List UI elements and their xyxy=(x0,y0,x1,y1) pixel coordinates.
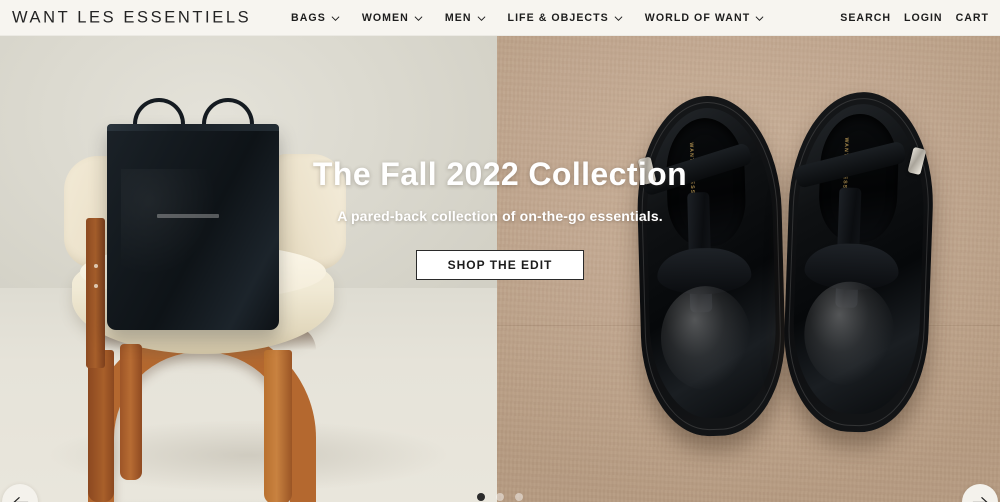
tote-bag-brand-stamp xyxy=(157,214,219,218)
carousel-dot-3[interactable] xyxy=(515,493,523,501)
nav-item-label: WORLD OF WANT xyxy=(644,11,751,24)
nav-item-label: BAGS xyxy=(291,11,326,24)
main-navigation: BAGS WOMEN MEN LIFE & OBJECTS WORLD OF W… xyxy=(280,8,775,28)
shop-the-edit-button[interactable]: SHOP THE EDIT xyxy=(416,249,584,280)
nav-item-label: WOMEN xyxy=(361,11,409,24)
chair-screw xyxy=(94,284,98,288)
chair-leg-front xyxy=(120,344,142,480)
shoe-product-right: WANT LES ESSENTI xyxy=(779,82,939,435)
chair-leg-right xyxy=(264,350,292,502)
chevron-down-icon xyxy=(755,14,764,23)
chair-leg-left xyxy=(88,350,114,502)
tote-bag-product xyxy=(107,98,279,330)
tote-bag-body xyxy=(107,124,279,330)
login-link[interactable]: LOGIN xyxy=(904,12,943,24)
chevron-down-icon xyxy=(614,14,623,23)
site-logo[interactable]: WANT LES ESSENTIELS xyxy=(12,8,251,27)
nav-item-women[interactable]: WOMEN xyxy=(351,8,434,28)
search-link[interactable]: SEARCH xyxy=(840,12,891,24)
chevron-down-icon xyxy=(477,14,486,23)
chair-screw xyxy=(94,264,98,268)
chair-back-post xyxy=(86,218,105,368)
nav-item-life-and-objects[interactable]: LIFE & OBJECTS xyxy=(497,8,634,28)
carousel-dot-1[interactable] xyxy=(477,493,485,501)
nav-item-men[interactable]: MEN xyxy=(434,8,497,28)
carousel-pagination xyxy=(0,493,1000,501)
nav-item-label: MEN xyxy=(444,11,472,24)
shoe-product-left: WANT LES ESSENTI xyxy=(632,86,789,438)
utility-navigation: SEARCH LOGIN CART xyxy=(840,12,989,24)
chevron-down-icon xyxy=(331,14,340,23)
hero-carousel: WANT LES ESSENTI WANT LES ESSENTI xyxy=(0,36,1000,502)
cart-link[interactable]: CART xyxy=(956,12,989,24)
chevron-down-icon xyxy=(414,14,423,23)
nav-item-world-of-want[interactable]: WORLD OF WANT xyxy=(634,8,775,28)
nav-item-bags[interactable]: BAGS xyxy=(280,8,351,28)
tote-bag-rim xyxy=(107,124,279,131)
carousel-dot-2[interactable] xyxy=(496,493,504,501)
page-root: WANT LES ESSENTIELS BAGS WOMEN MEN LIFE … xyxy=(0,0,1000,502)
nav-item-label: LIFE & OBJECTS xyxy=(507,11,609,24)
site-header: WANT LES ESSENTIELS BAGS WOMEN MEN LIFE … xyxy=(0,0,1000,36)
